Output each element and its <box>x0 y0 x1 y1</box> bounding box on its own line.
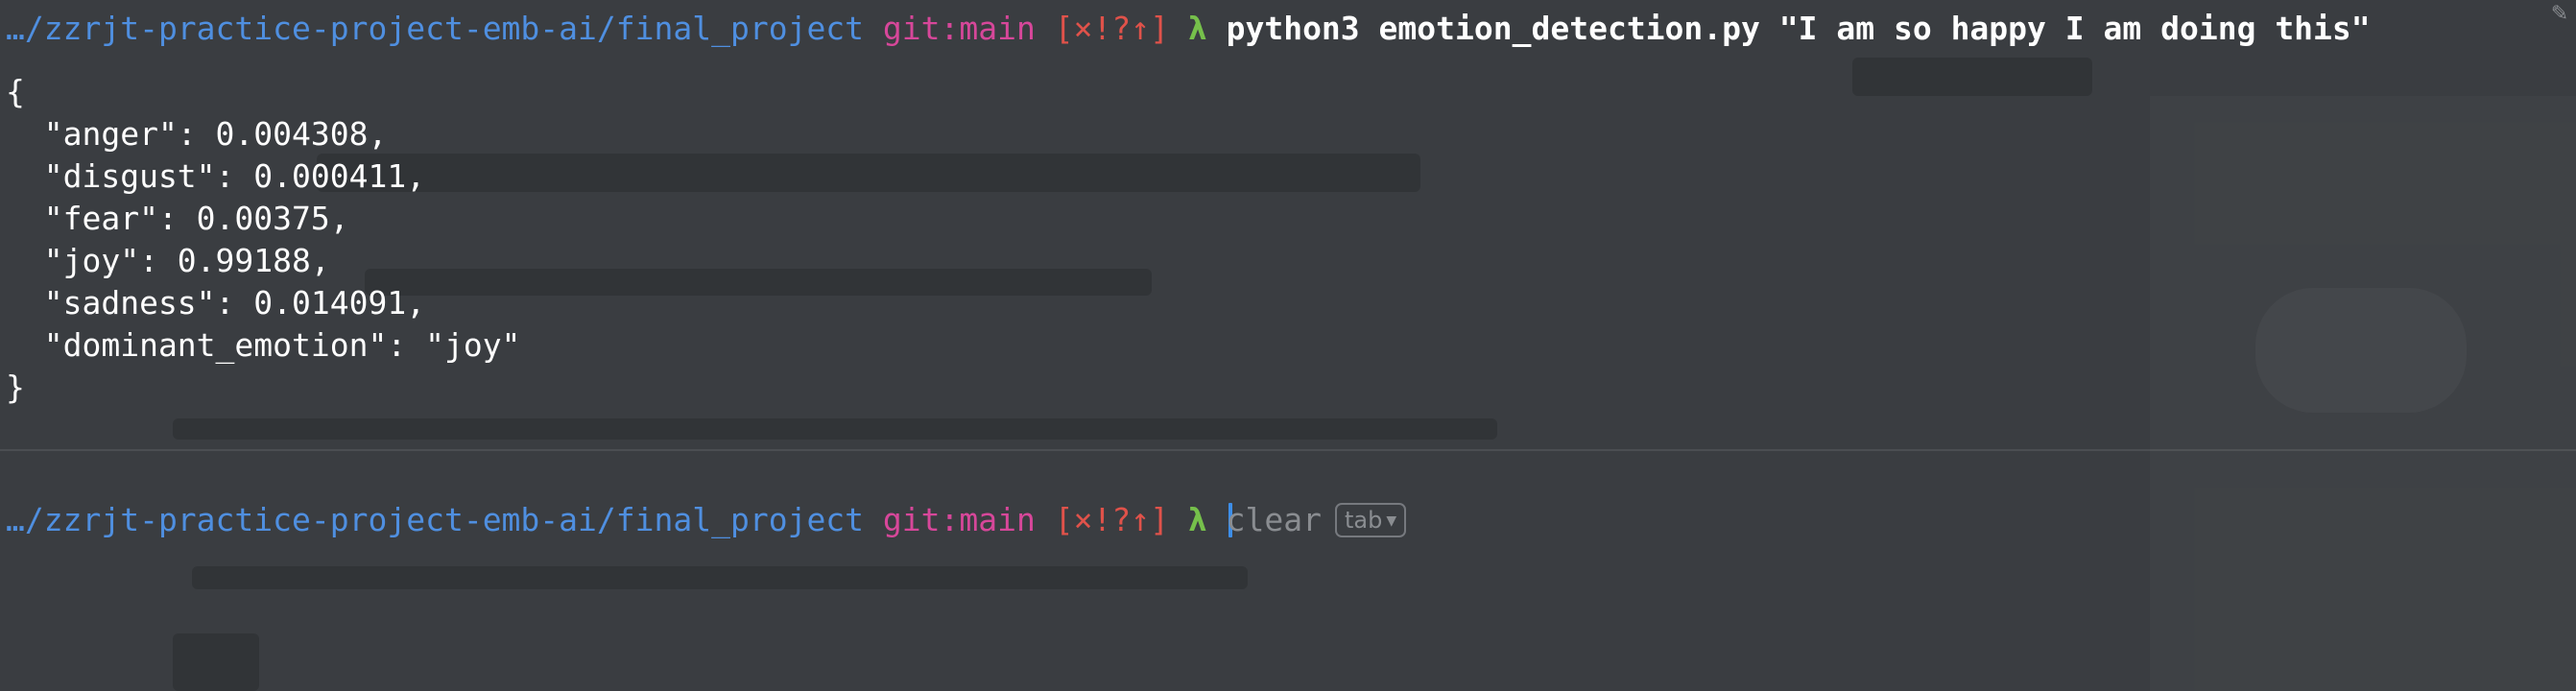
background-blur <box>1852 58 2092 96</box>
prompt-symbol: λ <box>1187 10 1207 47</box>
background-blur <box>317 154 1420 192</box>
git-status: [×!?↑] <box>1054 10 1169 47</box>
output-line: } <box>6 369 25 406</box>
output-line: "dominant_emotion": "joy" <box>6 326 521 364</box>
output-line: "fear": 0.00375, <box>6 200 349 237</box>
executed-command: python3 emotion_detection.py "I am so ha… <box>1226 10 2371 47</box>
block-divider <box>0 449 2576 451</box>
git-status: [×!?↑] <box>1054 501 1169 538</box>
pin-icon[interactable]: ✎ <box>2547 2 2572 27</box>
background-blur <box>192 566 1248 589</box>
background-blur <box>173 418 1497 440</box>
output-line: "sadness": 0.014091, <box>6 284 426 322</box>
tab-complete-hint[interactable]: tab ▼ <box>1334 503 1407 537</box>
background-blur <box>2255 288 2467 413</box>
git-branch: git:main <box>882 501 1036 538</box>
prompt-line-active[interactable]: …/zzrjt-practice-project-emb-ai/final_pr… <box>6 499 1407 541</box>
output-line: "joy": 0.99188, <box>6 242 330 279</box>
prompt-path: …/zzrjt-practice-project-emb-ai/final_pr… <box>6 501 865 538</box>
output-line: "anger": 0.004308, <box>6 115 388 153</box>
output-line: { <box>6 73 25 110</box>
output-line: "disgust": 0.000411, <box>6 157 426 195</box>
typed-input[interactable]: c <box>1227 501 1246 538</box>
prompt-line-previous: …/zzrjt-practice-project-emb-ai/final_pr… <box>6 8 2371 50</box>
tab-hint-label: tab <box>1344 507 1383 534</box>
git-branch: git:main <box>882 10 1036 47</box>
prompt-path: …/zzrjt-practice-project-emb-ai/final_pr… <box>6 10 865 47</box>
background-blur <box>173 633 259 691</box>
chevron-down-icon: ▼ <box>1386 513 1397 529</box>
prompt-symbol: λ <box>1187 501 1207 538</box>
background-blur <box>365 269 1152 296</box>
terminal-window[interactable]: ✎ …/zzrjt-practice-project-emb-ai/final_… <box>0 0 2576 691</box>
autocomplete-suggestion[interactable]: lear <box>1245 501 1321 538</box>
